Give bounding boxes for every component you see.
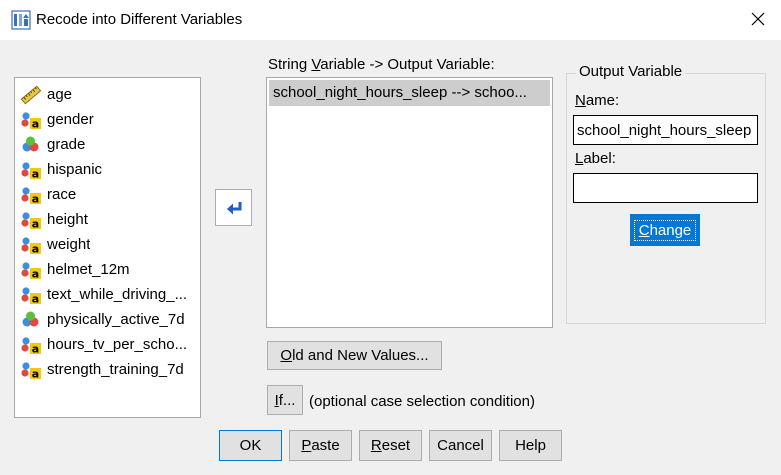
variable-list-item[interactable]: a helmet_12m bbox=[15, 257, 200, 282]
variable-label: hispanic bbox=[47, 161, 103, 178]
variable-label: race bbox=[47, 186, 77, 203]
output-variable-group-title: Output Variable bbox=[576, 63, 686, 80]
output-label-input[interactable] bbox=[573, 173, 758, 203]
variable-label: height bbox=[47, 211, 88, 228]
paste-button[interactable]: Paste bbox=[289, 430, 352, 461]
variable-list-item[interactable]: a weight bbox=[15, 232, 200, 257]
ruler-scale-icon bbox=[20, 85, 42, 105]
variable-list-item[interactable]: a height bbox=[15, 207, 200, 232]
variable-label: age bbox=[47, 86, 73, 103]
variable-list-item[interactable]: grade bbox=[15, 132, 200, 157]
variable-list-item[interactable]: a race bbox=[15, 182, 200, 207]
variable-list-item[interactable]: age bbox=[15, 82, 200, 107]
ok-button[interactable]: OK bbox=[219, 430, 282, 461]
svg-text:a: a bbox=[32, 167, 39, 180]
output-name-input[interactable] bbox=[573, 115, 758, 145]
window-title: Recode into Different Variables bbox=[36, 11, 243, 28]
cancel-button[interactable]: Cancel bbox=[429, 430, 492, 461]
mapping-heading: String Variable -> Output Variable: bbox=[268, 56, 495, 73]
variable-label: gender bbox=[47, 111, 94, 128]
svg-text:a: a bbox=[32, 267, 39, 280]
nominal-string-icon: a bbox=[20, 110, 42, 130]
move-variable-button[interactable] bbox=[215, 189, 252, 226]
return-arrow-icon bbox=[226, 201, 241, 214]
nominal-string-icon: a bbox=[20, 160, 42, 180]
variable-list-item[interactable]: a hispanic bbox=[15, 157, 200, 182]
nominal-string-icon: a bbox=[20, 285, 42, 305]
title-bar: Recode into Different Variables bbox=[0, 0, 781, 41]
svg-text:a: a bbox=[32, 292, 39, 305]
variable-list-item[interactable]: a strength_training_7d bbox=[15, 357, 200, 382]
svg-text:a: a bbox=[32, 342, 39, 355]
recode-icon bbox=[11, 10, 31, 30]
nominal-string-icon: a bbox=[20, 210, 42, 230]
svg-text:a: a bbox=[32, 192, 39, 205]
if-button[interactable]: If... bbox=[267, 385, 303, 415]
variable-list-item[interactable]: a text_while_driving_... bbox=[15, 282, 200, 307]
if-caption: (optional case selection condition) bbox=[309, 393, 535, 410]
close-icon bbox=[751, 12, 765, 26]
mapping-row[interactable]: school_night_hours_sleep --> schoo... bbox=[269, 80, 550, 106]
change-button[interactable]: Change bbox=[630, 214, 700, 246]
nominal-string-icon: a bbox=[20, 235, 42, 255]
name-label: Name: bbox=[575, 92, 620, 109]
label-label: Label: bbox=[575, 150, 616, 167]
variable-label: helmet_12m bbox=[47, 261, 130, 278]
mapping-list[interactable]: school_night_hours_sleep --> schoo... bbox=[266, 77, 553, 328]
help-button[interactable]: Help bbox=[499, 430, 562, 461]
close-button[interactable] bbox=[735, 0, 781, 38]
ordinal-icon bbox=[20, 135, 42, 155]
reset-button[interactable]: Reset bbox=[359, 430, 422, 461]
nominal-string-icon: a bbox=[20, 360, 42, 380]
variable-label: weight bbox=[47, 236, 91, 253]
nominal-string-icon: a bbox=[20, 260, 42, 280]
variable-list[interactable]: age a gender grade a hispanic a race a height a wei… bbox=[14, 77, 201, 418]
svg-text:a: a bbox=[32, 217, 39, 230]
svg-text:a: a bbox=[32, 367, 39, 380]
variable-list-item[interactable]: physically_active_7d bbox=[15, 307, 200, 332]
variable-list-item[interactable]: a hours_tv_per_scho... bbox=[15, 332, 200, 357]
nominal-string-icon: a bbox=[20, 185, 42, 205]
nominal-string-icon: a bbox=[20, 335, 42, 355]
variable-list-item[interactable]: a gender bbox=[15, 107, 200, 132]
variable-label: grade bbox=[47, 136, 86, 153]
variable-label: strength_training_7d bbox=[47, 361, 184, 378]
ordinal-icon bbox=[20, 310, 42, 330]
svg-text:a: a bbox=[32, 242, 39, 255]
svg-text:a: a bbox=[32, 117, 39, 130]
old-and-new-values-button[interactable]: Old and New Values... bbox=[267, 341, 442, 370]
variable-label: text_while_driving_... bbox=[47, 286, 188, 303]
variable-label: hours_tv_per_scho... bbox=[47, 336, 188, 353]
variable-label: physically_active_7d bbox=[47, 311, 185, 328]
